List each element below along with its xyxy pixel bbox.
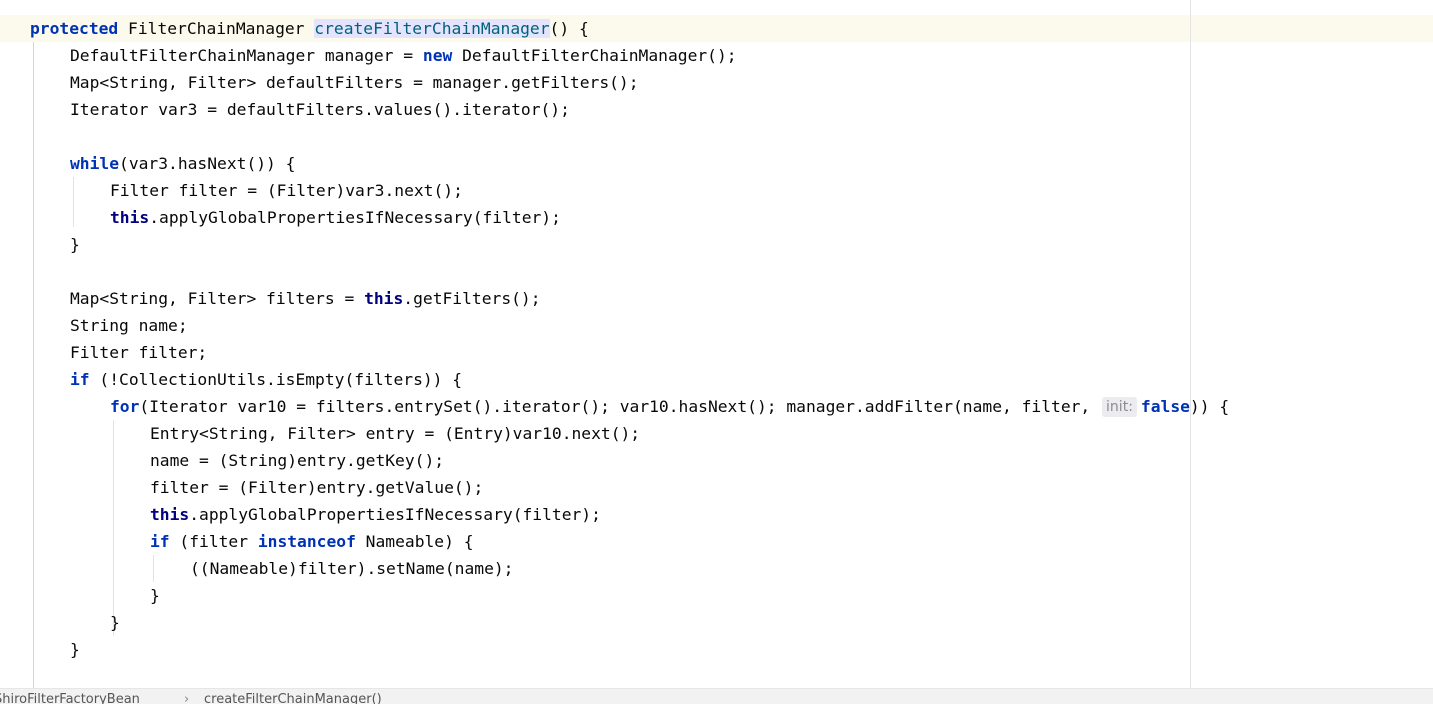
indent-guide (73, 177, 74, 227)
code-line[interactable]: ((Nameable)filter).setName(name); (190, 555, 513, 582)
code-line[interactable]: } (70, 231, 80, 258)
code-line[interactable]: for(Iterator var10 = filters.entrySet().… (110, 393, 1229, 420)
left-indent-rule (33, 42, 34, 688)
indent-guide (113, 420, 114, 636)
code-token: DefaultFilterChainManager manager = (70, 46, 423, 65)
code-line[interactable]: if (filter instanceof Nameable) { (150, 528, 474, 555)
code-token: (var3.hasNext()) { (119, 154, 296, 173)
code-token: Map<String, Filter> defaultFilters = man… (70, 73, 639, 92)
code-token: } (110, 613, 120, 632)
code-token: (!CollectionUtils.isEmpty(filters)) { (89, 370, 463, 389)
method-name-highlight: createFilterChainManager (314, 19, 550, 38)
code-token: Iterator var3 = defaultFilters.values().… (70, 100, 570, 119)
code-token: ((Nameable)filter).setName(name); (190, 559, 514, 578)
code-token: (Iterator var10 = filters.entrySet().ite… (139, 397, 1101, 416)
keyword-token: while (70, 154, 120, 173)
code-line[interactable]: } (70, 636, 80, 663)
parameter-hint: init: (1102, 397, 1137, 417)
keyword-token: if (70, 370, 90, 389)
keyword-token: this (150, 505, 190, 524)
code-token: .applyGlobalPropertiesIfNecessary(filter… (189, 505, 601, 524)
breadcrumb-method[interactable]: createFilterChainManager() (204, 692, 382, 704)
code-token: .getFilters(); (403, 289, 541, 308)
code-token: DefaultFilterChainManager(); (452, 46, 737, 65)
code-line[interactable]: Map<String, Filter> filters = this.getFi… (70, 285, 541, 312)
code-token: Nameable) { (355, 532, 474, 551)
code-line[interactable]: } (110, 609, 120, 636)
code-token: Map<String, Filter> filters = (70, 289, 365, 308)
breadcrumb-class[interactable]: ShiroFilterFactoryBean (0, 692, 140, 704)
code-line[interactable]: Entry<String, Filter> entry = (Entry)var… (150, 420, 640, 447)
code-line[interactable]: this.applyGlobalPropertiesIfNecessary(fi… (110, 204, 561, 231)
breadcrumb: ShiroFilterFactoryBean › createFilterCha… (0, 688, 1433, 704)
code-token: FilterChainManager (118, 19, 315, 38)
right-margin-guide (1190, 0, 1191, 688)
keyword-token: this (364, 289, 404, 308)
code-token: Filter filter; (70, 343, 208, 362)
keyword-token: new (422, 46, 453, 65)
code-line[interactable]: String name; (70, 312, 188, 339)
code-line[interactable]: Filter filter; (70, 339, 207, 366)
breadcrumb-separator: › (184, 692, 190, 704)
code-line[interactable]: Filter filter = (Filter)var3.next(); (110, 177, 463, 204)
keyword-token: this (110, 208, 150, 227)
code-line[interactable]: Iterator var3 = defaultFilters.values().… (70, 96, 570, 123)
code-token: (filter (169, 532, 258, 551)
indent-guide (153, 555, 154, 582)
code-line[interactable]: while(var3.hasNext()) { (70, 150, 295, 177)
code-line[interactable]: DefaultFilterChainManager manager = new … (70, 42, 737, 69)
keyword-token: false (1140, 397, 1190, 416)
code-editor[interactable]: protected FilterChainManager createFilte… (0, 0, 1433, 688)
keyword-token: protected (30, 19, 119, 38)
code-token: Entry<String, Filter> entry = (Entry)var… (150, 424, 641, 443)
keyword-token: for (110, 397, 140, 416)
code-line[interactable]: name = (String)entry.getKey(); (150, 447, 444, 474)
code-token: .applyGlobalPropertiesIfNecessary(filter… (149, 208, 561, 227)
code-token: } (70, 235, 80, 254)
code-line[interactable]: } (150, 582, 160, 609)
code-line[interactable]: if (!CollectionUtils.isEmpty(filters)) { (70, 366, 462, 393)
code-token: } (150, 586, 160, 605)
code-line[interactable]: filter = (Filter)entry.getValue(); (150, 474, 483, 501)
code-token: () { (549, 19, 589, 38)
keyword-token: instanceof (257, 532, 356, 551)
code-token: )) { (1189, 397, 1230, 416)
code-token: name = (String)entry.getKey(); (150, 451, 445, 470)
code-line[interactable]: Map<String, Filter> defaultFilters = man… (70, 69, 639, 96)
code-token: filter = (Filter)entry.getValue(); (150, 478, 484, 497)
code-token: Filter filter = (Filter)var3.next(); (110, 181, 463, 200)
keyword-token: if (150, 532, 170, 551)
code-token: } (70, 640, 80, 659)
code-line[interactable]: protected FilterChainManager createFilte… (30, 15, 589, 42)
code-line[interactable]: this.applyGlobalPropertiesIfNecessary(fi… (150, 501, 601, 528)
code-token: String name; (70, 316, 188, 335)
